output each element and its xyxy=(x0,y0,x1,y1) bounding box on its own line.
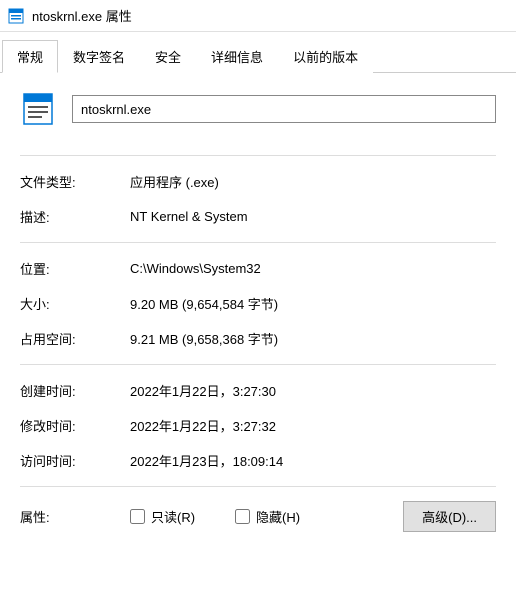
value-size: 9.20 MB (9,654,584 字节) xyxy=(130,294,278,313)
titlebar: ntoskrnl.exe 属性 xyxy=(0,0,516,32)
advanced-button[interactable]: 高级(D)... xyxy=(403,501,496,532)
tab-previous-versions[interactable]: 以前的版本 xyxy=(278,40,373,73)
value-description: NT Kernel & System xyxy=(130,209,248,224)
tab-security[interactable]: 安全 xyxy=(140,40,196,73)
filename-input[interactable] xyxy=(72,95,496,123)
row-size: 大小: 9.20 MB (9,654,584 字节) xyxy=(20,294,496,313)
label-filetype: 文件类型: xyxy=(20,172,130,191)
label-description: 描述: xyxy=(20,207,130,226)
checkbox-readonly-wrap: 只读(R) xyxy=(130,507,195,526)
label-sizeondisk: 占用空间: xyxy=(20,329,130,348)
window-title: ntoskrnl.exe 属性 xyxy=(32,6,132,25)
divider xyxy=(20,486,496,487)
tab-general[interactable]: 常规 xyxy=(2,40,58,73)
row-attributes: 属性: 只读(R) 隐藏(H) 高级(D)... xyxy=(20,501,496,532)
label-created: 创建时间: xyxy=(20,381,130,400)
row-modified: 修改时间: 2022年1月22日，3:27:32 xyxy=(20,416,496,435)
value-sizeondisk: 9.21 MB (9,658,368 字节) xyxy=(130,329,278,348)
label-hidden[interactable]: 隐藏(H) xyxy=(256,507,300,526)
checkbox-hidden[interactable] xyxy=(235,509,250,524)
divider xyxy=(20,242,496,243)
value-location: C:\Windows\System32 xyxy=(130,261,261,276)
row-description: 描述: NT Kernel & System xyxy=(20,207,496,226)
checkbox-hidden-wrap: 隐藏(H) xyxy=(235,507,300,526)
label-accessed: 访问时间: xyxy=(20,451,130,470)
row-filetype: 文件类型: 应用程序 (.exe) xyxy=(20,172,496,191)
tabs: 常规 数字签名 安全 详细信息 以前的版本 xyxy=(0,32,516,73)
row-location: 位置: C:\Windows\System32 xyxy=(20,259,496,278)
value-accessed: 2022年1月23日，18:09:14 xyxy=(130,451,283,470)
header-row xyxy=(20,91,496,127)
label-size: 大小: xyxy=(20,294,130,313)
content-panel: 文件类型: 应用程序 (.exe) 描述: NT Kernel & System… xyxy=(0,73,516,609)
label-location: 位置: xyxy=(20,259,130,278)
divider xyxy=(20,364,496,365)
divider xyxy=(20,155,496,156)
checkbox-readonly[interactable] xyxy=(130,509,145,524)
label-attributes: 属性: xyxy=(20,507,130,526)
tab-details[interactable]: 详细信息 xyxy=(196,40,278,73)
value-modified: 2022年1月22日，3:27:32 xyxy=(130,416,276,435)
row-sizeondisk: 占用空间: 9.21 MB (9,658,368 字节) xyxy=(20,329,496,348)
row-accessed: 访问时间: 2022年1月23日，18:09:14 xyxy=(20,451,496,470)
tab-digital-signatures[interactable]: 数字签名 xyxy=(58,40,140,73)
row-created: 创建时间: 2022年1月22日，3:27:30 xyxy=(20,381,496,400)
label-readonly[interactable]: 只读(R) xyxy=(151,507,195,526)
value-filetype: 应用程序 (.exe) xyxy=(130,172,219,191)
value-created: 2022年1月22日，3:27:30 xyxy=(130,381,276,400)
label-modified: 修改时间: xyxy=(20,416,130,435)
file-icon xyxy=(20,91,56,127)
app-icon xyxy=(8,8,24,24)
